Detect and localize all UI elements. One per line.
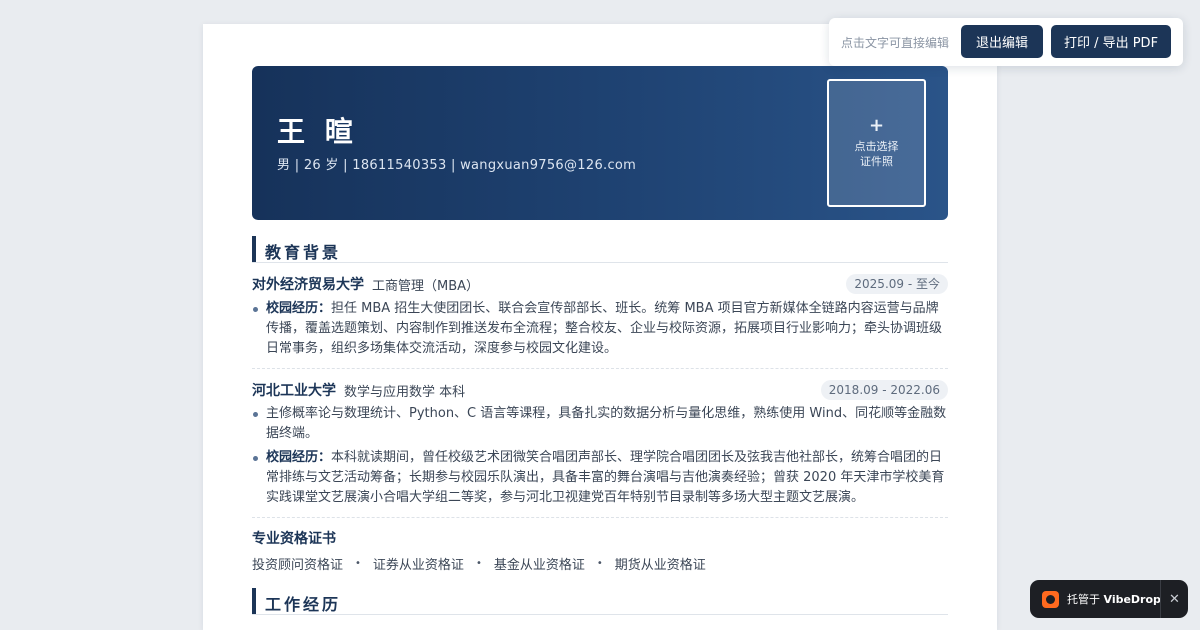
separator-dot: • bbox=[355, 558, 361, 569]
work-heading[interactable]: 工作经历 bbox=[265, 591, 341, 615]
school-name[interactable]: 对外经济贸易大学 bbox=[252, 274, 364, 294]
list-item[interactable]: 校园经历：本科就读期间，曾任校级艺术团微笑合唱团声部长、理学院合唱团团长及弦我吉… bbox=[252, 448, 948, 508]
bullet-dot bbox=[253, 456, 258, 461]
bullet-dot bbox=[253, 412, 258, 417]
certificate-item[interactable]: 证券从业资格证 bbox=[373, 554, 464, 573]
education-entry-header: 河北工业大学 数学与应用数学 本科 2018.09 - 2022.06 bbox=[252, 380, 948, 400]
education-heading[interactable]: 教育背景 bbox=[265, 239, 341, 263]
entry-divider bbox=[252, 517, 948, 518]
education-section-title: 教育背景 bbox=[252, 236, 948, 263]
date-badge[interactable]: 2018.09 - 2022.06 bbox=[820, 380, 948, 400]
contact-info[interactable]: 男 | 26 岁 | 18611540353 | wangxuan9756@12… bbox=[277, 154, 636, 173]
certificate-item[interactable]: 基金从业资格证 bbox=[494, 554, 585, 573]
candidate-name[interactable]: 王 暄 bbox=[277, 110, 358, 150]
plus-icon: + bbox=[868, 115, 885, 136]
section-accent-bar bbox=[252, 588, 256, 614]
work-section-title: 工作经历 bbox=[252, 588, 948, 615]
education-entry-header: 对外经济贸易大学 工商管理（MBA） 2025.09 - 至今 bbox=[252, 274, 948, 294]
certificates-list: 投资顾问资格证 • 证券从业资格证 • 基金从业资格证 • 期货从业资格证 bbox=[252, 554, 706, 573]
date-badge[interactable]: 2025.09 - 至今 bbox=[846, 274, 948, 294]
bullet-text: 担任 MBA 招生大使团团长、联合会宣传部部长、班长。统筹 MBA 项目官方新媒… bbox=[266, 301, 943, 356]
edit-hint: 点击文字可直接编辑 bbox=[841, 36, 950, 50]
print-export-pdf-button[interactable]: 打印 / 导出 PDF bbox=[1051, 25, 1171, 58]
resume-page: 王 暄 男 | 26 岁 | 18611540353 | wangxuan975… bbox=[203, 24, 997, 630]
vibedrop-brand: VibeDrop bbox=[1103, 593, 1161, 606]
school-name[interactable]: 河北工业大学 bbox=[252, 380, 336, 400]
photo-upload-button[interactable]: + 点击选择 证件照 bbox=[827, 79, 926, 207]
separator-dot: • bbox=[596, 558, 603, 569]
vibedrop-logo-icon bbox=[1042, 591, 1059, 608]
major-name[interactable]: 工商管理（MBA） bbox=[372, 275, 479, 294]
list-item[interactable]: 主修概率论与数理统计、Python、C 语言等课程，具备扎实的数据分析与量化思维… bbox=[252, 404, 948, 444]
bullet-text: 本科就读期间，曾任校级艺术团微笑合唱团声部长、理学院合唱团团长及弦我吉他社部长，… bbox=[266, 450, 945, 505]
bullet-text: 主修概率论与数理统计、Python、C 语言等课程，具备扎实的数据分析与量化思维… bbox=[266, 406, 947, 441]
vibedrop-label: 托管于 VibeDrop bbox=[1067, 591, 1161, 607]
resume-header: 王 暄 男 | 26 岁 | 18611540353 | wangxuan975… bbox=[252, 66, 948, 220]
exit-edit-button[interactable]: 退出编辑 bbox=[961, 25, 1043, 58]
separator-dot: • bbox=[475, 558, 482, 569]
certificate-item[interactable]: 期货从业资格证 bbox=[615, 554, 706, 573]
certificate-item[interactable]: 投资顾问资格证 bbox=[252, 554, 343, 573]
list-item[interactable]: 校园经历：担任 MBA 招生大使团团长、联合会宣传部部长、班长。统筹 MBA 项… bbox=[252, 299, 948, 359]
bullet-dot bbox=[253, 307, 258, 312]
certificates-heading[interactable]: 专业资格证书 bbox=[252, 528, 336, 548]
vibedrop-prefix: 托管于 bbox=[1067, 593, 1100, 606]
entry-divider bbox=[252, 368, 948, 369]
photo-upload-label-1: 点击选择 bbox=[854, 140, 899, 153]
vibedrop-badge[interactable]: 托管于 VibeDrop ✕ bbox=[1030, 580, 1188, 618]
major-name[interactable]: 数学与应用数学 本科 bbox=[344, 381, 465, 400]
edit-toolbar: 点击文字可直接编辑 退出编辑 打印 / 导出 PDF bbox=[829, 18, 1183, 66]
bullet-label: 校园经历： bbox=[266, 301, 332, 316]
section-accent-bar bbox=[252, 236, 256, 262]
close-icon[interactable]: ✕ bbox=[1160, 580, 1188, 618]
photo-upload-label-2: 证件照 bbox=[860, 155, 893, 168]
bullet-label: 校园经历： bbox=[266, 450, 332, 465]
